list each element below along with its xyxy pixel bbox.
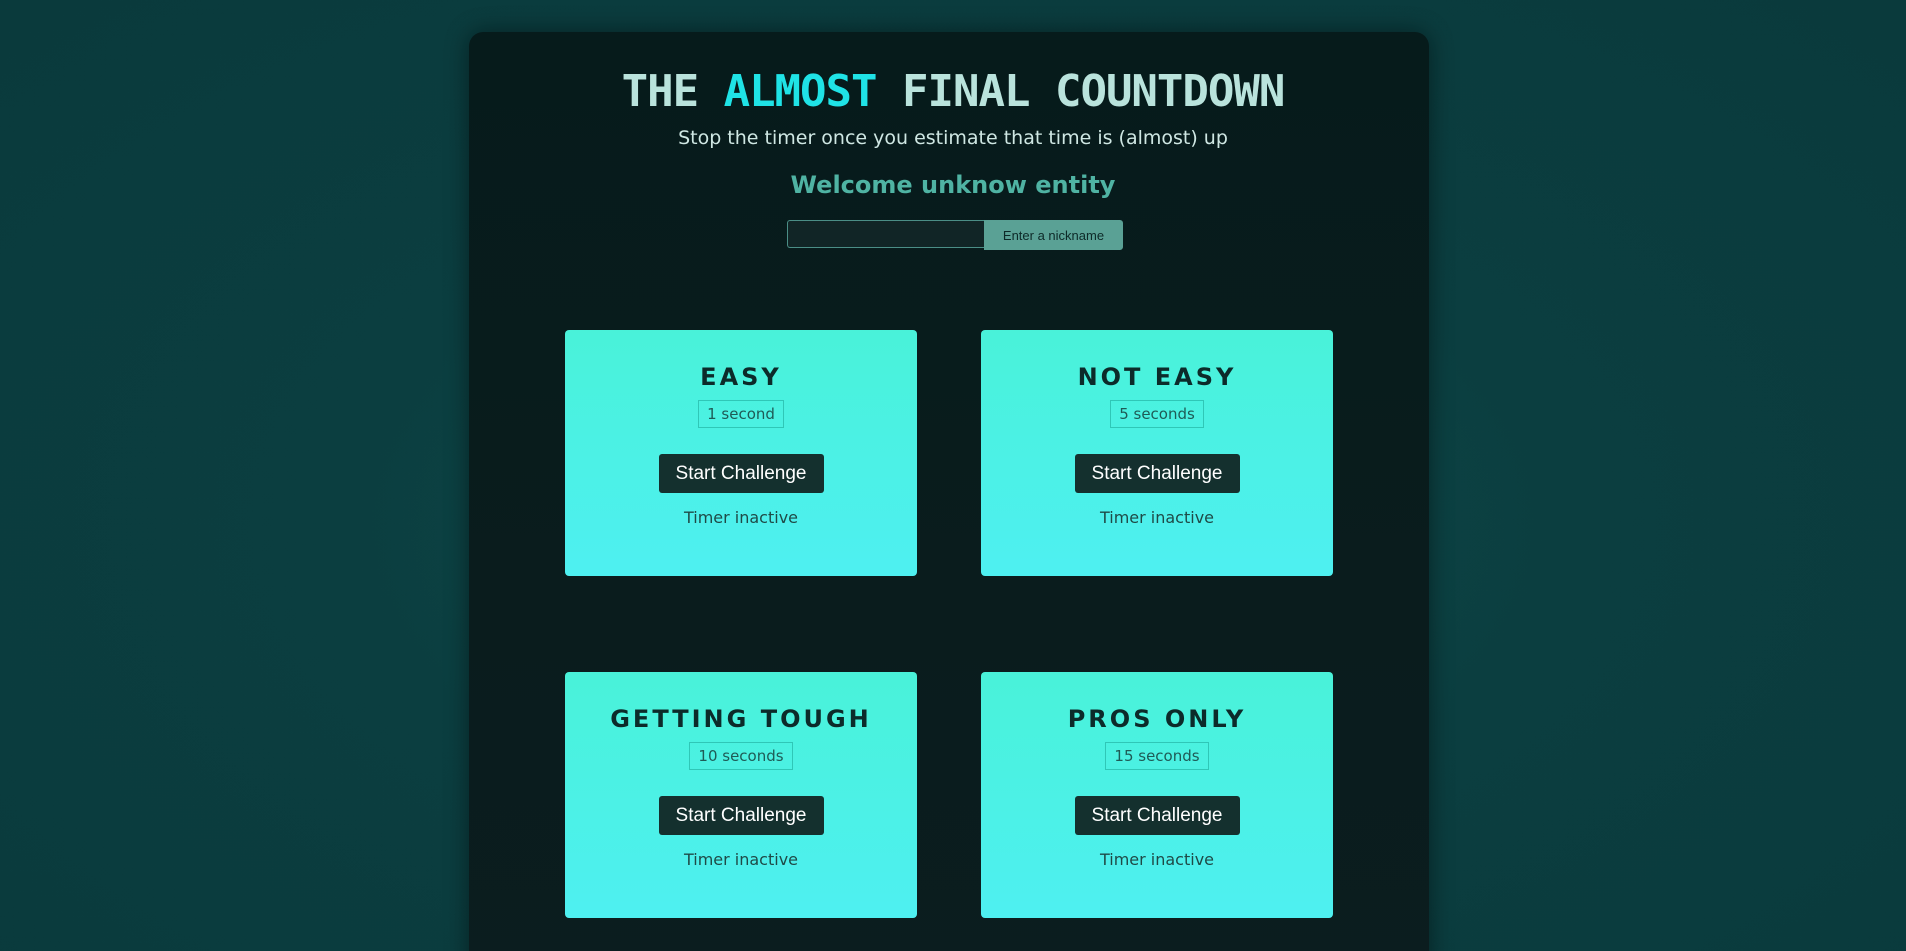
- title-part-1: THE: [621, 66, 724, 117]
- timer-status: Timer inactive: [1099, 850, 1215, 869]
- challenge-title: PROS ONLY: [1067, 705, 1247, 733]
- timer-status: Timer inactive: [683, 508, 799, 527]
- welcome-message: Welcome unknow entity: [790, 171, 1116, 199]
- challenge-card-pros-only: PROS ONLY 15 seconds Start Challenge Tim…: [981, 672, 1333, 918]
- page-title: THE ALMOST FINAL COUNTDOWN: [0, 66, 1906, 118]
- page-subtitle: Stop the timer once you estimate that ti…: [678, 127, 1228, 149]
- nickname-form: Enter a nickname: [787, 220, 1123, 250]
- challenge-card-getting-tough: GETTING TOUGH 10 seconds Start Challenge…: [565, 672, 917, 918]
- timer-status: Timer inactive: [1099, 508, 1215, 527]
- start-challenge-button[interactable]: Start Challenge: [1074, 454, 1240, 493]
- challenge-title: NOT EASY: [1077, 363, 1237, 391]
- timer-status: Timer inactive: [683, 850, 799, 869]
- nickname-input[interactable]: [787, 220, 984, 248]
- challenge-duration: 15 seconds: [1105, 742, 1209, 770]
- title-part-2: FINAL COUNTDOWN: [876, 66, 1285, 117]
- title-accent: ALMOST: [723, 66, 878, 117]
- challenge-duration: 5 seconds: [1110, 400, 1204, 428]
- challenge-duration: 1 second: [698, 400, 784, 428]
- challenge-duration: 10 seconds: [689, 742, 793, 770]
- start-challenge-button[interactable]: Start Challenge: [658, 796, 824, 835]
- challenge-card-not-easy: NOT EASY 5 seconds Start Challenge Timer…: [981, 330, 1333, 576]
- challenge-title: GETTING TOUGH: [610, 705, 872, 733]
- enter-nickname-button[interactable]: Enter a nickname: [984, 220, 1123, 250]
- challenge-card-easy: EASY 1 second Start Challenge Timer inac…: [565, 330, 917, 576]
- start-challenge-button[interactable]: Start Challenge: [1074, 796, 1240, 835]
- start-challenge-button[interactable]: Start Challenge: [658, 454, 824, 493]
- challenge-title: EASY: [700, 363, 782, 391]
